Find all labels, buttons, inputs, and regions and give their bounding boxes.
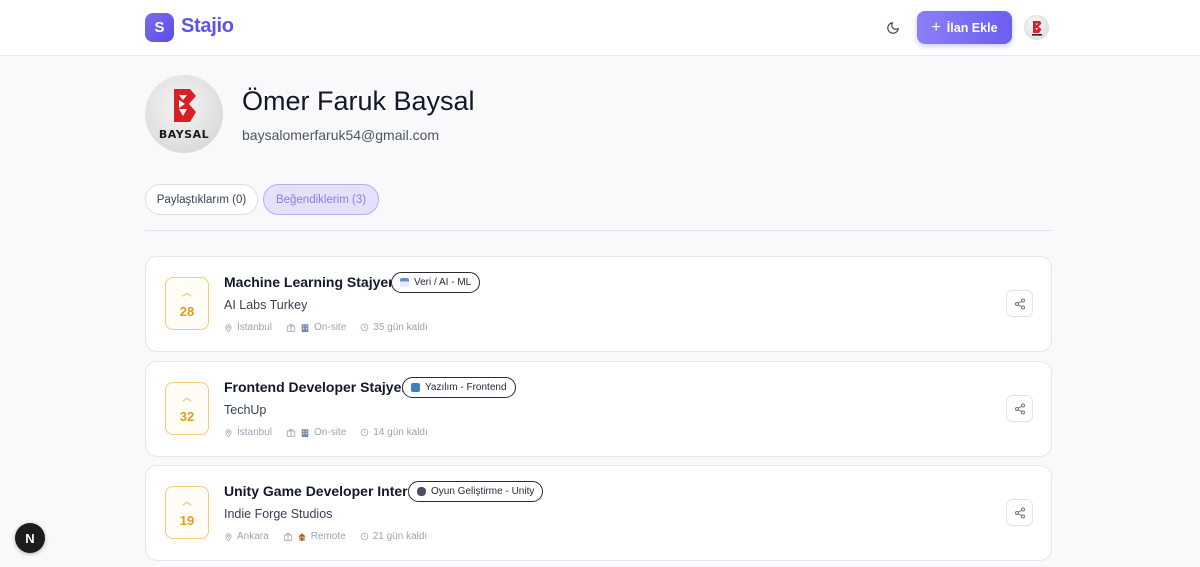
category-badge[interactable]: Oyun Geliştirme - Unity bbox=[408, 481, 544, 502]
profile-email: baysalomerfaruk54@gmail.com bbox=[242, 127, 440, 143]
briefcase-icon bbox=[286, 323, 296, 332]
vote-count: 28 bbox=[179, 303, 195, 319]
deadline: 21 gün kaldı bbox=[372, 531, 428, 542]
job-title[interactable]: Frontend Developer Stajyeri bbox=[224, 379, 411, 395]
share-button[interactable] bbox=[1006, 290, 1033, 317]
location: İstanbul bbox=[237, 427, 273, 438]
logo-text[interactable]: Stajio bbox=[181, 15, 234, 38]
user-avatar[interactable] bbox=[1024, 15, 1049, 40]
company-name: TechUp bbox=[224, 403, 267, 417]
briefcase-icon bbox=[283, 532, 292, 541]
logo-letter: S bbox=[154, 19, 165, 36]
avatar-brand-text: BAYSAL bbox=[158, 127, 210, 141]
game-controller-icon bbox=[417, 487, 426, 496]
listing-meta: İstanbul On-site 35 gün kaldı bbox=[224, 322, 428, 333]
tab-liked[interactable]: Beğendiklerim (3) bbox=[263, 184, 379, 215]
logo-icon[interactable]: S bbox=[145, 13, 174, 42]
company-name: AI Labs Turkey bbox=[224, 298, 308, 312]
blue-book-icon bbox=[411, 383, 420, 392]
category-label: Yazılım - Frontend bbox=[425, 382, 507, 393]
dev-tools-badge[interactable]: N bbox=[15, 523, 45, 553]
share-icon bbox=[1014, 507, 1025, 518]
job-title[interactable]: Unity Game Developer Intern bbox=[224, 483, 416, 499]
profile-name: Ömer Faruk Baysal bbox=[242, 86, 475, 116]
location: Ankara bbox=[237, 531, 269, 542]
category-label: Oyun Geliştirme - Unity bbox=[431, 486, 535, 497]
house-icon bbox=[297, 532, 306, 541]
category-badge[interactable]: Veri / AI - ML bbox=[391, 272, 481, 293]
profile-avatar: BAYSAL bbox=[145, 75, 223, 153]
work-type: On-site bbox=[314, 322, 347, 333]
deadline: 35 gün kaldı bbox=[373, 322, 428, 333]
upvote-button[interactable]: ︿ 28 bbox=[165, 277, 209, 330]
divider bbox=[145, 230, 1052, 231]
office-building-icon bbox=[301, 428, 309, 437]
baysal-logo-icon bbox=[174, 88, 196, 122]
upvote-button[interactable]: ︿ 19 bbox=[165, 486, 209, 539]
briefcase-icon bbox=[286, 428, 296, 437]
listing-meta: Ankara Remote 21 gün kaldı bbox=[224, 531, 427, 542]
deadline: 14 gün kaldı bbox=[373, 427, 428, 438]
work-type: Remote bbox=[310, 531, 346, 542]
category-label: Veri / AI - ML bbox=[414, 277, 472, 288]
office-building-icon bbox=[301, 323, 309, 332]
company-name: Indie Forge Studios bbox=[224, 507, 333, 521]
plus-icon: + bbox=[931, 18, 941, 36]
chevron-up-icon: ︿ bbox=[182, 287, 192, 299]
chevron-up-icon: ︿ bbox=[182, 392, 192, 404]
bar-chart-icon bbox=[400, 278, 409, 287]
listing-card[interactable]: ︿ 19 Unity Game Developer Intern Oyun Ge… bbox=[145, 465, 1052, 561]
theme-toggle-button[interactable] bbox=[880, 15, 906, 41]
category-badge[interactable]: Yazılım - Frontend bbox=[402, 377, 516, 398]
baysal-logo-icon bbox=[1031, 20, 1042, 36]
location-pin-icon bbox=[225, 323, 232, 332]
location: İstanbul bbox=[237, 322, 273, 333]
work-type: On-site bbox=[314, 427, 347, 438]
listing-meta: İstanbul On-site 14 gün kaldı bbox=[224, 427, 428, 438]
location-pin-icon bbox=[225, 428, 232, 437]
share-button[interactable] bbox=[1006, 395, 1033, 422]
location-pin-icon bbox=[225, 532, 232, 541]
navbar: S Stajio + İlan Ekle bbox=[0, 0, 1200, 56]
job-title[interactable]: Machine Learning Stajyeri bbox=[224, 274, 398, 290]
add-listing-button[interactable]: + İlan Ekle bbox=[917, 11, 1012, 44]
clock-icon bbox=[361, 323, 369, 332]
clock-icon bbox=[360, 532, 368, 541]
share-icon bbox=[1014, 298, 1025, 309]
clock-icon bbox=[361, 428, 369, 437]
add-listing-label: İlan Ekle bbox=[946, 20, 998, 35]
vote-count: 19 bbox=[179, 512, 195, 528]
vote-count: 32 bbox=[179, 408, 195, 424]
upvote-button[interactable]: ︿ 32 bbox=[165, 382, 209, 435]
chevron-up-icon: ︿ bbox=[182, 496, 192, 508]
share-button[interactable] bbox=[1006, 499, 1033, 526]
tab-shared[interactable]: Paylaştıklarım (0) bbox=[145, 184, 258, 215]
moon-icon bbox=[887, 22, 899, 34]
share-icon bbox=[1014, 403, 1025, 414]
listing-card[interactable]: ︿ 32 Frontend Developer Stajyeri Yazılım… bbox=[145, 361, 1052, 457]
listing-card[interactable]: ︿ 28 Machine Learning Stajyeri Veri / AI… bbox=[145, 256, 1052, 352]
